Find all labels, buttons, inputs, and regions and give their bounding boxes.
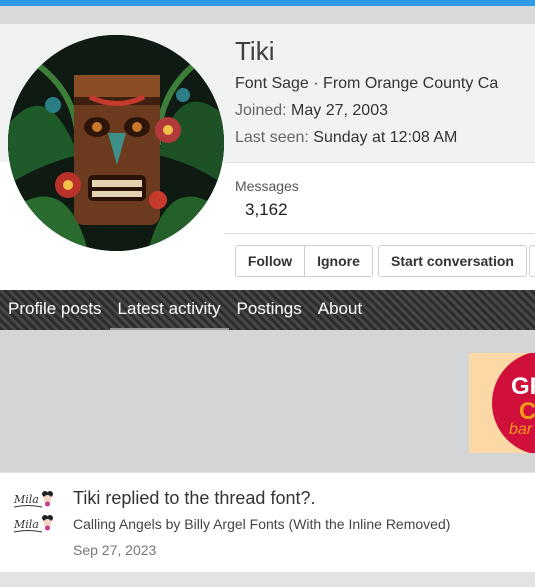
last-seen-label: Last seen: <box>235 129 309 146</box>
activity-snippet: Calling Angels by Billy Argel Fonts (Wit… <box>73 516 451 532</box>
messages-label: Messages <box>235 178 299 194</box>
header-divider <box>225 162 535 163</box>
tab-latest-activity[interactable]: Latest activity <box>109 290 229 330</box>
member-avatar[interactable] <box>8 35 224 251</box>
tab-profile-posts[interactable]: Profile posts <box>0 290 110 330</box>
ignore-button[interactable]: Ignore <box>304 245 373 277</box>
follow-button[interactable]: Follow <box>235 245 305 277</box>
member-name: Tiki <box>235 36 275 66</box>
ad-text-line3: bar <box>509 421 533 438</box>
advertisement-banner[interactable]: GR C bar <box>469 353 535 453</box>
activity-date[interactable]: Sep 27, 2023 <box>73 542 156 558</box>
stats-divider <box>225 233 535 234</box>
more-button[interactable] <box>529 245 535 277</box>
advertisement-graphic: GR C bar <box>469 353 535 453</box>
ad-text-line1: GR <box>511 373 535 400</box>
member-title: Font Sage · From Orange County Ca <box>235 75 499 92</box>
activity-feed: Mila Mila Tiki replied to the thread fon… <box>0 472 535 573</box>
messages-count[interactable]: 3,162 <box>245 200 288 220</box>
last-seen-row: Last seen: Sunday at 12:08 AM <box>235 129 457 147</box>
joined-value: May 27, 2003 <box>291 102 388 119</box>
member-header: Tiki Font Sage · From Orange County Ca J… <box>0 24 535 290</box>
user-avatar[interactable]: Mila Mila <box>12 485 54 535</box>
avatar-text-top: Mila <box>13 493 39 506</box>
last-seen-value: Sunday at 12:08 AM <box>313 129 458 146</box>
start-conversation-button[interactable]: Start conversation <box>378 245 527 277</box>
avatar-text-bottom: Mila <box>13 518 39 531</box>
tab-postings[interactable]: Postings <box>229 290 310 330</box>
mila-avatar-image: Mila Mila <box>12 485 54 535</box>
ad-band: GR C bar <box>0 330 535 472</box>
joined-row: Joined: May 27, 2003 <box>235 102 388 120</box>
joined-label: Joined: <box>235 102 287 119</box>
top-strip <box>0 6 535 24</box>
tiki-avatar-image <box>8 35 224 251</box>
tab-about[interactable]: About <box>310 290 370 330</box>
bottom-strip <box>0 572 535 587</box>
activity-title[interactable]: Tiki replied to the thread font?. <box>73 488 315 509</box>
profile-tabs: Profile posts Latest activity Postings A… <box>0 290 535 330</box>
